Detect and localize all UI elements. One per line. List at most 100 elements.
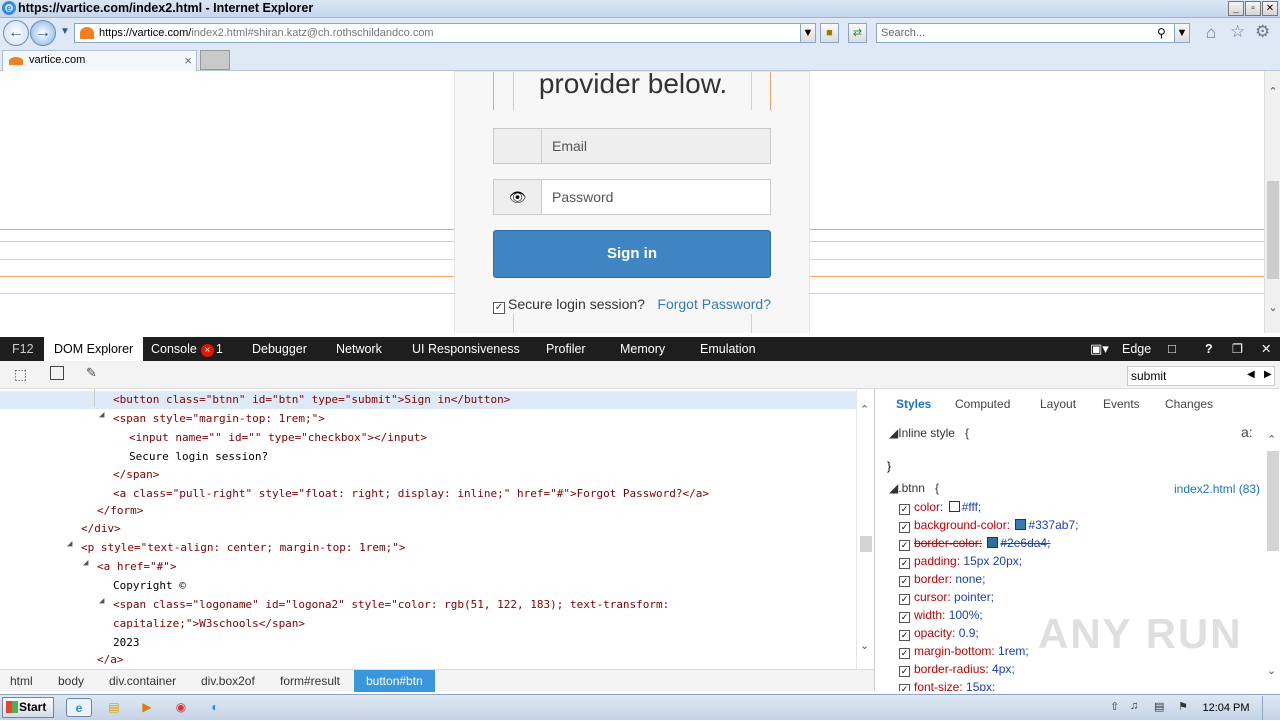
tab-console[interactable]: Console × 1 [151, 337, 223, 361]
settings-gear-icon[interactable]: ⚙ [1255, 22, 1270, 42]
css-property-row[interactable]: ✓ margin-bottom: 1rem; [899, 642, 1029, 660]
property-name[interactable]: cursor: [914, 590, 951, 604]
styles-scrollbar[interactable]: ⌃ ⌄ [1266, 389, 1280, 691]
dom-text-node[interactable]: Copyright © [113, 577, 186, 595]
tab-close-icon[interactable]: × [184, 51, 192, 70]
property-value[interactable]: #2e6da4; [1000, 536, 1050, 550]
property-checkbox[interactable]: ✓ [899, 612, 910, 623]
tab-styles[interactable]: Styles [896, 397, 931, 411]
new-tab-button[interactable] [200, 50, 230, 70]
sign-in-button[interactable]: Sign in [493, 230, 771, 278]
scroll-down-icon[interactable]: ⌄ [860, 639, 869, 652]
color-picker-icon[interactable]: ✎ [86, 365, 97, 381]
highlight-box-icon[interactable] [50, 366, 64, 380]
find-prev-icon[interactable]: ◀ [1247, 369, 1255, 380]
volume-icon[interactable]: ♫ [1130, 700, 1138, 712]
color-swatch[interactable] [948, 501, 960, 512]
css-property-row[interactable]: ✓ font-size: 15px; [899, 678, 995, 691]
start-button[interactable]: Start [2, 697, 54, 718]
history-dropdown-icon[interactable]: ▼ [60, 26, 70, 37]
property-checkbox[interactable]: ✓ [899, 522, 910, 533]
property-name[interactable]: border-color: [914, 536, 982, 550]
property-value[interactable]: 1rem; [998, 644, 1029, 658]
edge-icon[interactable]: ◐ [205, 698, 225, 717]
tab-layout[interactable]: Layout [1040, 397, 1076, 411]
tab-computed[interactable]: Computed [955, 397, 1010, 411]
internet-explorer-taskbar-icon[interactable]: e [66, 698, 92, 717]
property-checkbox[interactable]: ✓ [899, 504, 910, 515]
dom-node[interactable]: </span> [113, 466, 159, 484]
property-value[interactable]: none; [955, 572, 985, 586]
favorites-star-icon[interactable]: ☆ [1230, 22, 1245, 42]
css-property-row[interactable]: ✓ padding: 15px 20px; [899, 552, 1022, 570]
tab-emulation[interactable]: Emulation [700, 337, 756, 361]
clock[interactable]: 12:04 PM [1195, 695, 1257, 721]
property-checkbox[interactable]: ✓ [899, 576, 910, 587]
property-value[interactable]: #337ab7; [1028, 518, 1078, 532]
close-button[interactable]: ✕ [1262, 1, 1278, 16]
css-property-row[interactable]: ✓ width: 100%; [899, 606, 983, 624]
find-next-icon[interactable]: ▶ [1264, 369, 1272, 380]
scrollbar-thumb[interactable] [1267, 181, 1279, 279]
property-name[interactable]: padding: [914, 554, 960, 568]
dom-node[interactable]: <button class="btnn" id="btn" type="subm… [113, 391, 510, 409]
dom-node[interactable]: <a href="#"> [97, 558, 176, 576]
breadcrumb-container[interactable]: div.container [109, 670, 176, 692]
tab-changes[interactable]: Changes [1165, 397, 1213, 411]
dom-node[interactable]: <p style="text-align: center; margin-top… [81, 539, 406, 557]
property-value[interactable]: 15px 20px; [963, 554, 1022, 568]
color-swatch[interactable] [987, 537, 999, 548]
property-name[interactable]: opacity: [914, 626, 955, 640]
dom-text-node[interactable]: Secure login session? [129, 448, 268, 466]
css-property-row[interactable]: ✓ border: none; [899, 570, 985, 588]
tab-ui-responsiveness[interactable]: UI Responsiveness [412, 337, 520, 361]
address-bar[interactable]: https://vartice.com/index2.html#shiran.k… [74, 23, 816, 43]
property-value[interactable]: 0.9; [959, 626, 979, 640]
property-name[interactable]: color: [914, 500, 943, 514]
inline-style-header[interactable]: ◢Inline style { [889, 426, 969, 440]
property-name[interactable]: background-color: [914, 518, 1010, 532]
home-icon[interactable]: ⌂ [1206, 23, 1216, 43]
breadcrumb-body[interactable]: body [58, 670, 84, 692]
css-property-row[interactable]: ✓ opacity: 0.9; [899, 624, 979, 642]
font-toggle-icon[interactable]: a: [1241, 424, 1253, 440]
property-value[interactable]: #fff; [962, 500, 982, 514]
property-name[interactable]: font-size: [914, 680, 963, 691]
expand-triangle-icon[interactable]: ◢ [99, 410, 104, 420]
email-field[interactable]: Email [493, 128, 771, 164]
undock-icon[interactable]: ❐ [1232, 337, 1243, 361]
dom-node[interactable]: <span style="margin-top: 1rem;"> [113, 410, 325, 428]
media-player-icon[interactable]: ▶ [137, 698, 157, 717]
breadcrumb-box2of[interactable]: div.box2of [201, 670, 255, 692]
dom-node[interactable]: </form> [97, 502, 143, 520]
secure-session-checkbox[interactable]: ✓ [493, 302, 505, 314]
help-icon[interactable]: ? [1205, 337, 1213, 361]
property-checkbox[interactable]: ✓ [899, 558, 910, 569]
flag-icon[interactable]: ⚑ [1178, 700, 1188, 713]
css-property-row[interactable]: ✓ border-color: #2e6da4; [899, 534, 1050, 552]
dom-node[interactable]: <a class="pull-right" style="float: righ… [113, 485, 709, 503]
tab-memory[interactable]: Memory [620, 337, 665, 361]
eye-icon[interactable]: 👁 [494, 180, 542, 214]
tab-dom-explorer[interactable]: DOM Explorer [44, 337, 144, 361]
css-property-row[interactable]: ✓ border-radius: 4px; [899, 660, 1015, 678]
breadcrumb-html[interactable]: html [10, 670, 33, 692]
scroll-down-icon[interactable]: ⌄ [1267, 301, 1279, 314]
css-property-row[interactable]: ✓ color: #fff; [899, 498, 981, 516]
file-explorer-icon[interactable]: ▤ [104, 698, 124, 717]
forward-button[interactable]: → [30, 20, 56, 46]
tab-profiler[interactable]: Profiler [546, 337, 586, 361]
dom-text-node[interactable]: 2023 [113, 634, 140, 652]
scroll-up-icon[interactable]: ⌃ [860, 403, 869, 416]
dom-scrollbar[interactable]: ⌃ ⌄ [856, 389, 874, 669]
property-value[interactable]: 4px; [992, 662, 1015, 676]
breadcrumb-form[interactable]: form#result [280, 670, 340, 692]
property-checkbox[interactable]: ✓ [899, 648, 910, 659]
console-toggle-icon[interactable]: □ [1168, 337, 1176, 361]
tab-network[interactable]: Network [336, 337, 382, 361]
dom-node[interactable]: </div> [81, 520, 121, 538]
tab-events[interactable]: Events [1103, 397, 1140, 411]
scrollbar-thumb[interactable] [1267, 451, 1279, 551]
property-checkbox[interactable]: ✓ [899, 684, 910, 691]
color-swatch[interactable] [1015, 519, 1027, 530]
